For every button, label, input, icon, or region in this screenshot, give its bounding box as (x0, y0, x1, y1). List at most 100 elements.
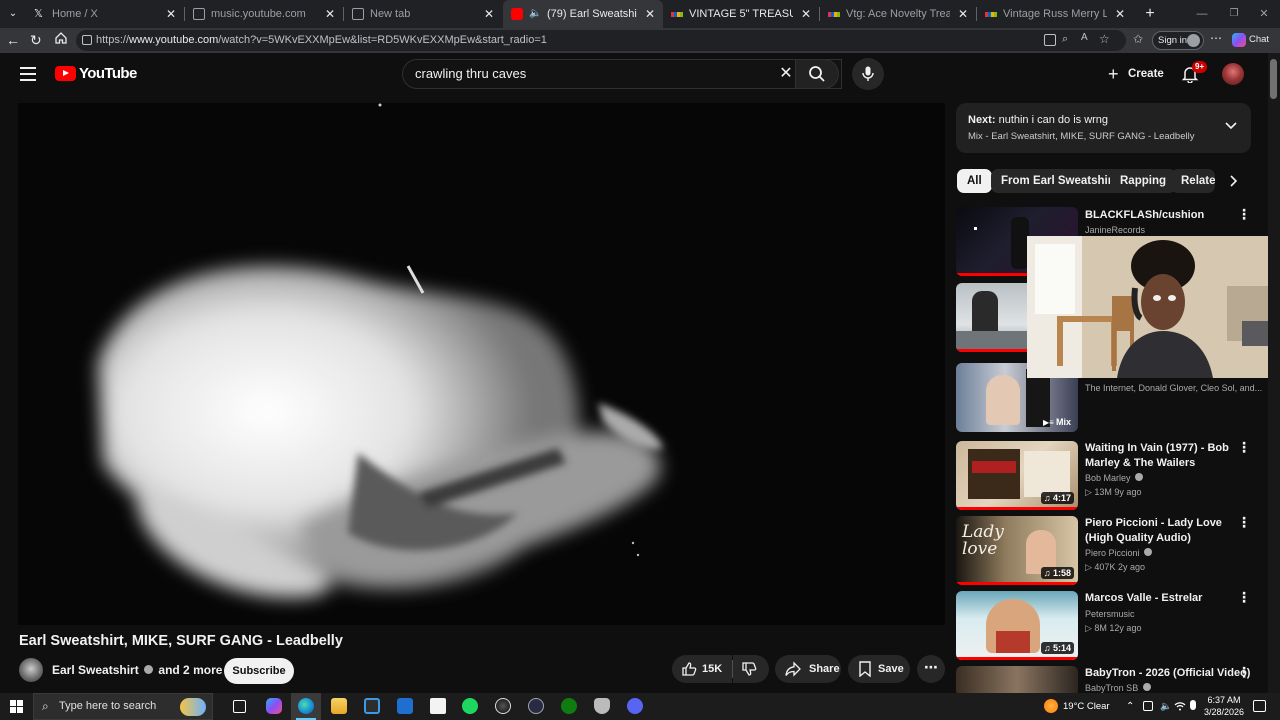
streaming-app-icon[interactable] (528, 698, 544, 714)
read-aloud-icon[interactable]: A (1081, 32, 1093, 46)
edge-browser-icon[interactable] (298, 698, 314, 714)
tab-ebay-troll-2[interactable]: Vtg: Ace Novelty Treasure Troll D ✕ (820, 0, 976, 28)
page-scrollbar[interactable] (1268, 53, 1280, 693)
file-explorer-icon[interactable] (331, 698, 347, 714)
notifications-center-icon[interactable] (1253, 700, 1266, 712)
more-vertical-icon[interactable]: ⋮ (1236, 515, 1252, 534)
tab-list-dropdown-icon[interactable]: ⌄ (4, 6, 22, 22)
close-window-button[interactable]: ✕ (1256, 6, 1272, 22)
more-vertical-icon[interactable]: ⋮ (1236, 440, 1252, 459)
security-app-icon[interactable] (594, 698, 610, 714)
related-title[interactable]: BabyTron - 2026 (Official Video) (1085, 666, 1250, 681)
account-avatar[interactable] (1222, 63, 1244, 85)
more-actions-button[interactable]: ⋯ (917, 655, 945, 683)
related-thumbnail[interactable]: ♫ 5:14 (956, 591, 1078, 660)
chip-rapping[interactable]: Rapping (1110, 169, 1176, 193)
weather-icon[interactable] (1044, 699, 1058, 713)
speaker-icon[interactable]: 🔈 (529, 8, 541, 20)
chip-from-earl-sweatshirt[interactable]: From Earl Sweatshirt (991, 169, 1127, 193)
scrollbar-thumb[interactable] (1270, 59, 1277, 99)
related-title[interactable]: Marcos Valle - Estrelar (1085, 591, 1235, 606)
related-channel[interactable]: BabyTron SB (1085, 683, 1151, 693)
channel-avatar[interactable] (19, 658, 43, 682)
browser-menu-icon[interactable]: ⋯ (1210, 31, 1224, 47)
subscribe-button[interactable]: Subscribe (224, 658, 294, 684)
close-tab-icon[interactable]: ✕ (799, 7, 813, 21)
close-tab-icon[interactable]: ✕ (323, 7, 337, 21)
close-tab-icon[interactable]: ✕ (482, 7, 496, 21)
dislike-button[interactable] (733, 655, 769, 683)
copilot-chat-button[interactable]: Chat (1232, 32, 1274, 48)
back-icon[interactable]: ← (6, 32, 22, 48)
extensions-icon[interactable]: ✩ (1133, 32, 1145, 46)
youtube-logo[interactable]: YouTube (55, 64, 137, 84)
microsoft-store-icon[interactable] (364, 698, 380, 714)
wifi-icon[interactable] (1174, 701, 1186, 711)
chips-scroll-right-icon[interactable] (1216, 169, 1246, 193)
tab-ebay-troll-3[interactable]: Vintage Russ Merry Little Troll Ch ✕ (977, 0, 1133, 28)
app-available-icon[interactable] (1044, 34, 1056, 46)
tab-home-x[interactable]: 𝕏 Home / X ✕ (26, 0, 184, 28)
favorite-star-icon[interactable]: ☆ (1099, 32, 1111, 46)
search-button[interactable] (795, 59, 839, 89)
weather-text[interactable]: 19°C Clear (1063, 693, 1110, 720)
like-button[interactable]: 15K (672, 655, 732, 683)
signin-button[interactable]: Sign in (1152, 31, 1204, 50)
xbox-icon[interactable] (561, 698, 577, 714)
notepad-icon[interactable] (430, 698, 446, 714)
mail-icon[interactable] (397, 698, 413, 714)
close-tab-icon[interactable]: ✕ (643, 7, 657, 21)
tab-music-youtube[interactable]: music.youtube.com ✕ (185, 0, 343, 28)
obs-icon[interactable] (495, 698, 511, 714)
tab-new-tab[interactable]: New tab ✕ (344, 0, 502, 28)
more-vertical-icon[interactable]: ⋮ (1236, 665, 1252, 684)
next-up-panel[interactable]: Next: nuthin i can do is wrng Mix - Earl… (956, 103, 1251, 153)
hamburger-menu-icon[interactable] (20, 67, 36, 81)
related-title[interactable]: BLACKFLASh/cushion (1085, 208, 1235, 223)
restore-button[interactable]: ❐ (1226, 6, 1242, 22)
related-thumbnail[interactable]: Lady love ♫ 1:58 (956, 516, 1078, 585)
volume-icon[interactable]: 🔈 (1160, 693, 1172, 720)
close-tab-icon[interactable]: ✕ (164, 7, 178, 21)
microphone-tray-icon[interactable] (1190, 700, 1196, 710)
related-channel[interactable]: Piero Piccioni (1085, 548, 1153, 558)
chip-all[interactable]: All (957, 169, 992, 193)
video-player[interactable] (18, 103, 945, 625)
close-tab-icon[interactable]: ✕ (1113, 7, 1127, 21)
network-icon[interactable] (1143, 701, 1153, 711)
search-input[interactable]: crawling thru caves (415, 66, 526, 81)
save-button[interactable]: Save (848, 655, 910, 683)
clear-search-icon[interactable]: ✕ (777, 64, 795, 84)
tab-ebay-troll-1[interactable]: VINTAGE 5" TREASURE TROLL DO ✕ (663, 0, 819, 28)
related-channel[interactable]: Petersmusic (1085, 609, 1135, 619)
related-channel[interactable]: The Internet, Donald Glover, Cleo Sol, a… (1085, 383, 1262, 393)
address-bar[interactable]: https://www.youtube.com/watch?v=5WKvEXXM… (76, 30, 1126, 51)
related-channel[interactable]: JanineRecords (1085, 225, 1145, 235)
related-title[interactable]: Waiting In Vain (1977) - Bob Marley & Th… (1085, 441, 1235, 471)
reload-icon[interactable]: ↻ (30, 32, 46, 48)
channel-name[interactable]: Earl Sweatshirt and 2 more (52, 663, 222, 677)
chip-related[interactable]: Relate (1171, 169, 1215, 193)
taskbar-search-box[interactable]: ⌕ Type here to search (33, 693, 213, 720)
close-tab-icon[interactable]: ✕ (956, 7, 970, 21)
minimize-button[interactable]: — (1194, 6, 1210, 22)
spotify-icon[interactable] (462, 698, 478, 714)
discord-icon[interactable] (627, 698, 643, 714)
task-view-icon[interactable] (233, 700, 246, 713)
expand-chevron-icon[interactable] (1224, 118, 1238, 132)
taskbar-search-input[interactable]: Type here to search (59, 700, 156, 712)
new-tab-button[interactable]: + (1141, 5, 1159, 23)
related-thumbnail[interactable] (956, 666, 1078, 693)
more-vertical-icon[interactable]: ⋮ (1236, 207, 1252, 226)
related-thumbnail[interactable]: ♫ 4:17 (956, 441, 1078, 510)
share-button[interactable]: Share (775, 655, 841, 683)
related-channel[interactable]: Bob Marley (1085, 473, 1144, 483)
tray-overflow-icon[interactable]: ⌃ (1126, 693, 1134, 720)
clock[interactable]: 6:37 AM 3/28/2026 (1202, 694, 1246, 719)
windows-start-icon[interactable] (10, 700, 23, 713)
more-vertical-icon[interactable]: ⋮ (1236, 590, 1252, 609)
voice-search-button[interactable] (852, 58, 884, 90)
tab-youtube-video[interactable]: 🔈 (79) Earl Sweatshirt, MIKE, SU ✕ (503, 0, 663, 28)
related-title[interactable]: Piero Piccioni - Lady Love (High Quality… (1085, 516, 1235, 546)
search-box[interactable]: crawling thru caves ✕ (402, 59, 842, 89)
